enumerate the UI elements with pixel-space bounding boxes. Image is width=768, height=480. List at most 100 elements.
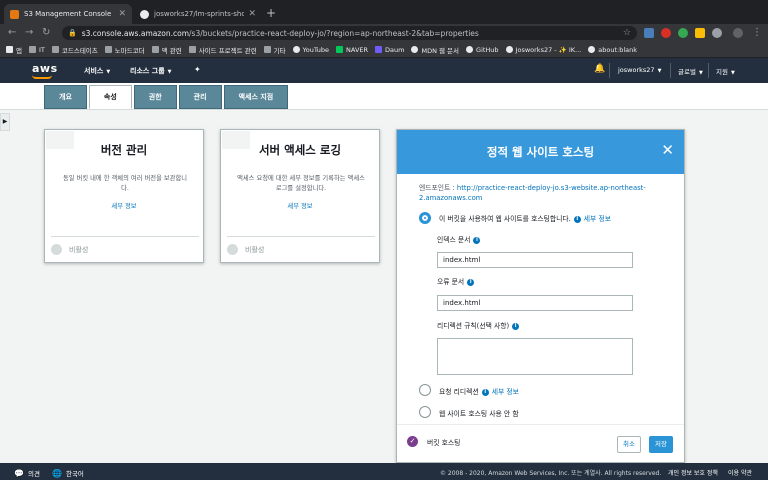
nav-divider	[708, 63, 709, 78]
globe-icon	[588, 46, 596, 53]
tab-overview[interactable]: 개요	[44, 85, 87, 109]
redirect-rules-label: 리디렉션 규칙(선택 사항) i	[437, 320, 520, 330]
folder-icon	[151, 46, 159, 53]
resource-groups-menu[interactable]: 리소스 그룹 ▼	[130, 66, 172, 76]
close-tab-icon[interactable]: ✕	[248, 9, 256, 19]
option-redirect-requests: 요청 리디렉션 i 세부 정보	[439, 388, 519, 396]
extension-icon[interactable]	[712, 28, 722, 38]
endpoint: 엔드포인트 : http://practice-react-deploy-jo.…	[419, 184, 646, 202]
bookmark-github[interactable]: GitHub	[466, 46, 499, 54]
browser-tab-strip: S3 Management Console ✕ josworks27/lm-sp…	[0, 0, 768, 24]
chevron-down-icon: ▼	[698, 70, 703, 76]
learn-more-link[interactable]: 세부 정보	[45, 201, 203, 210]
error-document-input[interactable]: index.html	[437, 295, 633, 311]
radio-host-website[interactable]	[419, 212, 431, 224]
chevron-down-icon: ▼	[167, 69, 172, 75]
radio-disable-hosting[interactable]	[419, 406, 431, 418]
bookmark-about-blank[interactable]: about:blank	[588, 46, 637, 54]
versioning-card[interactable]: 버전 관리 동일 버킷 내에 한 객체의 여러 버전을 보관합니다. 세부 정보…	[44, 129, 204, 263]
language-selector[interactable]: 🌐 한국어	[52, 468, 84, 479]
save-button[interactable]: 저장	[649, 436, 673, 453]
static-website-hosting-panel: 정적 웹 사이트 호스팅 ✕ 엔드포인트 : http://practice-r…	[396, 129, 685, 463]
aws-logo[interactable]: aws	[32, 62, 58, 75]
forward-icon[interactable]: →	[25, 27, 33, 38]
extension-icon[interactable]	[644, 28, 654, 38]
feedback-button[interactable]: 💬 의견	[14, 468, 40, 479]
bookmark-naver[interactable]: NAVER	[336, 46, 368, 54]
support-menu[interactable]: 지원 ▼	[716, 66, 735, 76]
tab-permissions[interactable]: 권한	[133, 85, 177, 109]
privacy-policy-link[interactable]: 개인 정보 보호 정책	[668, 468, 718, 477]
card-divider	[227, 236, 375, 237]
card-title: 버전 관리	[100, 143, 148, 157]
browser-tab-github[interactable]: josworks27/lm-sprints-shortly-... ✕	[134, 4, 262, 24]
bookmark-daum[interactable]: Daum	[375, 46, 404, 54]
tab-management[interactable]: 관리	[178, 85, 222, 109]
bookmark-folder[interactable]: 코드스테이츠	[51, 45, 98, 55]
profile-avatar[interactable]	[733, 28, 743, 38]
lock-icon: 🔒	[68, 29, 77, 37]
extension-icon[interactable]	[678, 28, 688, 38]
chevron-down-icon: ▼	[730, 70, 735, 76]
checkmark-icon: ✓	[407, 436, 418, 447]
radio-redirect-requests[interactable]	[419, 384, 431, 396]
tab-properties[interactable]: 속성	[88, 85, 132, 109]
bookmark-folder[interactable]: 액 관련	[151, 45, 182, 55]
globe-icon	[411, 46, 419, 53]
chevron-right-icon: ▶	[2, 118, 8, 125]
folder-icon	[51, 46, 59, 53]
account-menu[interactable]: josworks27 ▼	[618, 66, 661, 74]
index-document-label: 인덱스 문서 i	[437, 234, 481, 244]
chevron-down-icon: ▼	[657, 68, 662, 74]
info-icon[interactable]: i	[512, 322, 520, 330]
bookmark-folder[interactable]: IT	[28, 46, 45, 54]
services-menu[interactable]: 서비스 ▼	[84, 66, 110, 76]
menu-dots-icon[interactable]: ⋮	[752, 27, 762, 38]
extension-icon[interactable]	[661, 28, 671, 38]
info-link[interactable]: 세부 정보	[584, 215, 611, 223]
learn-more-link[interactable]: 세부 정보	[221, 201, 379, 210]
index-document-input[interactable]: index.html	[437, 252, 633, 268]
extension-icon[interactable]	[695, 28, 705, 38]
back-icon[interactable]: ←	[8, 27, 16, 38]
reload-icon[interactable]: ↻	[42, 27, 50, 38]
info-icon[interactable]: i	[473, 236, 481, 244]
option-disable-hosting: 웹 사이트 호스팅 사용 안 함	[439, 410, 519, 418]
globe-icon	[292, 46, 300, 53]
panel-divider	[397, 424, 684, 425]
bookmark-folder[interactable]: 사이드 프로젝트 관련	[188, 45, 257, 55]
close-tab-icon[interactable]: ✕	[118, 9, 126, 19]
bookmark-star-icon[interactable]: ☆	[623, 28, 631, 38]
bookmark-folder[interactable]: 기타	[263, 45, 286, 55]
folder-icon	[263, 46, 271, 53]
info-icon[interactable]: i	[573, 215, 581, 223]
bookmark-apps[interactable]: 앱	[6, 45, 22, 55]
redirect-rules-textarea[interactable]	[437, 338, 633, 375]
info-icon[interactable]: i	[467, 278, 475, 286]
github-favicon-icon	[140, 9, 149, 19]
tab-access-points[interactable]: 액세스 지점	[223, 85, 289, 109]
close-icon[interactable]: ✕	[661, 143, 674, 158]
pin-icon[interactable]: ✦	[194, 65, 201, 74]
region-menu[interactable]: 글로벌 ▼	[678, 66, 703, 76]
terms-link[interactable]: 이용 약관	[728, 468, 752, 477]
sidebar-toggle[interactable]: ▶	[0, 113, 10, 131]
speech-bubble-icon: 💬	[14, 468, 24, 478]
bell-icon[interactable]: 🔔	[594, 64, 605, 74]
panel-title: 정적 웹 사이트 호스팅	[486, 145, 595, 159]
server-access-logging-card[interactable]: 서버 액세스 로깅 액세스 요청에 대한 세부 정보를 기록하는 액세스 로그를…	[220, 129, 380, 263]
aws-favicon-icon	[10, 9, 19, 19]
status-text: 비활성	[245, 246, 265, 254]
bookmark-mdn[interactable]: MDN 웹 문서	[411, 45, 459, 55]
cancel-button[interactable]: 취소	[617, 436, 641, 453]
browser-tab-s3[interactable]: S3 Management Console ✕	[4, 4, 132, 24]
bookmark-folder[interactable]: 노마드코더	[104, 45, 145, 55]
bookmark-josworks[interactable]: Josworks27 - ✨ IK...	[505, 46, 581, 54]
status-text: 비활성	[69, 246, 89, 254]
bookmark-youtube[interactable]: YouTube	[292, 46, 329, 54]
new-tab-button[interactable]: +	[266, 6, 276, 20]
aws-top-nav: aws 서비스 ▼ 리소스 그룹 ▼ ✦ 🔔 josworks27 ▼ 글로벌 ▼ 지원…	[0, 58, 768, 83]
info-icon[interactable]: i	[481, 388, 489, 396]
info-link[interactable]: 세부 정보	[492, 388, 519, 396]
address-bar[interactable]: 🔒 s3.console.aws.amazon.com/s3/buckets/p…	[62, 26, 637, 40]
